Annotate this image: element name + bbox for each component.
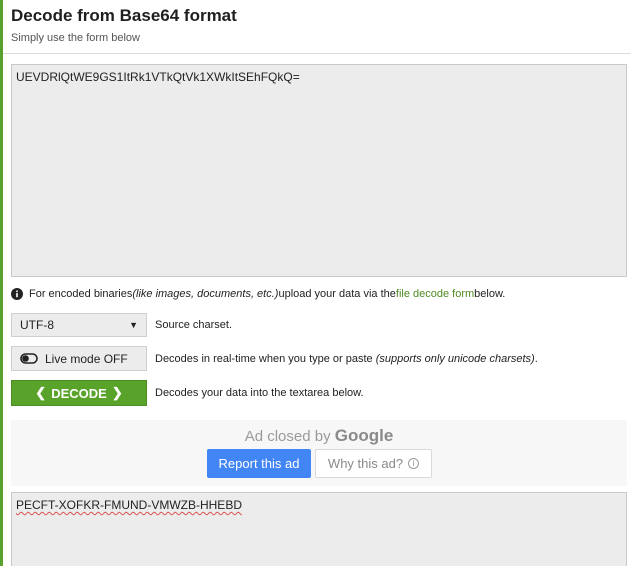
- chevron-left-icon: ❮: [35, 385, 47, 400]
- page-subtitle: Simply use the form below: [11, 32, 140, 44]
- question-icon: i: [408, 458, 420, 469]
- decode-description: Decodes your data into the textarea belo…: [155, 387, 364, 399]
- info-icon: [11, 288, 23, 300]
- live-mode-desc-end: .: [534, 353, 538, 365]
- why-this-ad-label: Why this ad?: [327, 456, 404, 471]
- live-mode-description: Decodes in real-time when you type or pa…: [155, 353, 538, 365]
- file-decode-form-link[interactable]: file decode form: [396, 288, 474, 300]
- decoded-output-textarea[interactable]: PECFT-XOFKR-FMUND-VMWZB-HHEBD: [11, 492, 627, 566]
- decoded-output-value: PECFT-XOFKR-FMUND-VMWZB-HHEBD: [16, 498, 242, 512]
- charset-selected: UTF-8: [20, 318, 54, 332]
- divider: [3, 53, 631, 54]
- page-title: Decode from Base64 format: [11, 6, 237, 25]
- live-mode-desc-italic: (supports only unicode charsets): [375, 353, 535, 365]
- info-suffix: below.: [474, 288, 506, 300]
- live-mode-button[interactable]: Live mode OFF: [11, 346, 147, 371]
- decode-label: DECODE: [51, 385, 107, 401]
- chevron-right-icon: ❯: [111, 385, 123, 400]
- charset-label: Source charset.: [155, 319, 233, 331]
- why-this-ad-button[interactable]: Why this ad? i: [315, 449, 432, 478]
- decode-button[interactable]: ❮ DECODE ❯: [11, 380, 147, 406]
- live-mode-desc-text: Decodes in real-time when you type or pa…: [155, 353, 376, 365]
- info-note: For encoded binaries (like images, docum…: [11, 288, 505, 300]
- charset-select[interactable]: UTF-8 ▼: [11, 313, 147, 337]
- chevron-down-icon: ▼: [129, 320, 138, 330]
- google-logo: Google: [334, 426, 394, 445]
- toggle-icon: [20, 353, 38, 364]
- info-italic: (like images, documents, etc.): [132, 288, 279, 300]
- ad-closed-text: Ad closed by Google: [11, 426, 627, 446]
- report-ad-button[interactable]: Report this ad: [207, 449, 311, 478]
- ad-closed-by: Ad closed by: [244, 428, 335, 445]
- encoded-input-textarea[interactable]: UEVDRlQtWE9GS1ItRk1VTkQtVk1XWkItSEhFQkQ=: [11, 64, 627, 277]
- info-prefix: For encoded binaries: [29, 288, 133, 300]
- encoded-input-value: UEVDRlQtWE9GS1ItRk1VTkQtVk1XWkItSEhFQkQ=: [16, 70, 300, 84]
- ad-container: Ad closed by Google Report this ad Why t…: [11, 420, 627, 486]
- live-mode-label: Live mode OFF: [45, 351, 128, 366]
- info-middle: upload your data via the: [278, 288, 396, 300]
- page-accent-bar: [0, 0, 3, 566]
